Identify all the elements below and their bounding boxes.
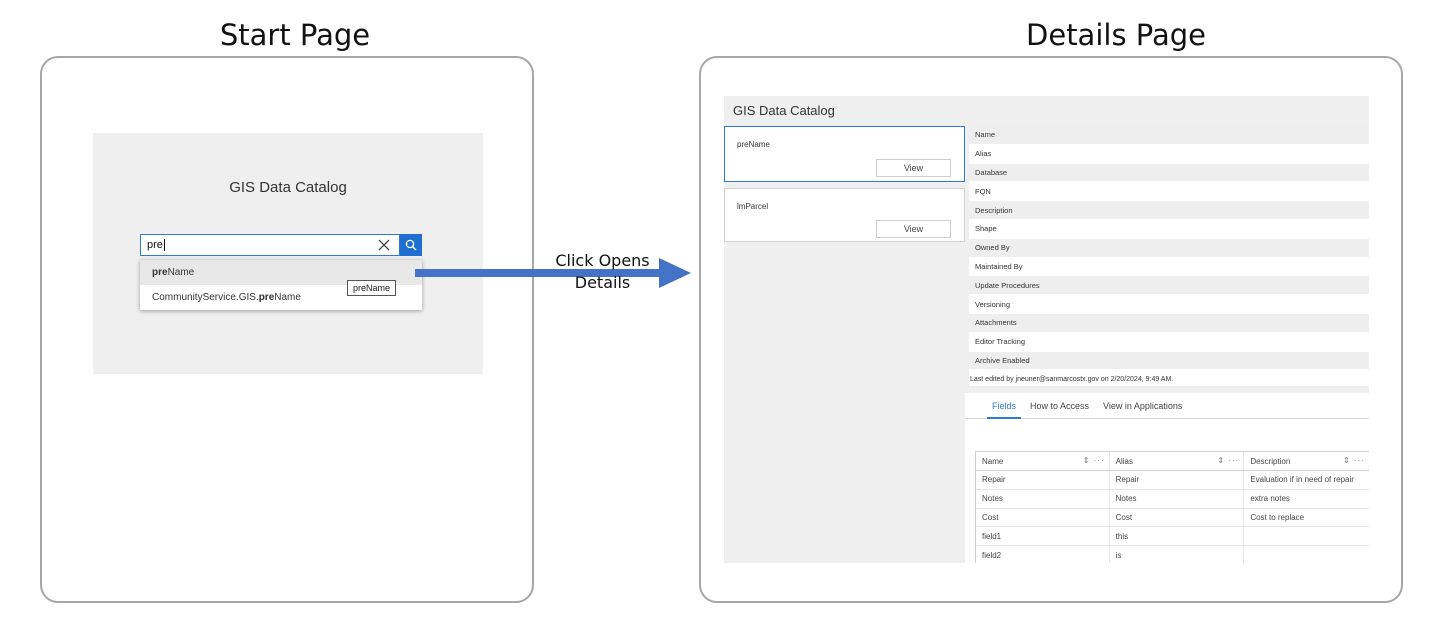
- table-cell: Evaluation if in need of repair: [1250, 475, 1354, 485]
- metadata-row: Database: [969, 163, 1369, 183]
- text-caret: [163, 239, 165, 251]
- metadata-row: Alias: [969, 145, 1369, 164]
- tab-view-in-applications[interactable]: View in Applications: [1098, 393, 1187, 419]
- metadata-row: Shape: [969, 220, 1369, 239]
- arrow-label: Click Opens Details: [540, 250, 665, 294]
- column-header[interactable]: Description ⇕ ···: [1244, 452, 1369, 470]
- search-bar: pre: [140, 234, 422, 256]
- tab-fields[interactable]: Fields: [987, 393, 1022, 419]
- table-cell: Notes: [976, 489, 1110, 508]
- result-card[interactable]: preName View: [724, 126, 965, 182]
- clear-icon[interactable]: [377, 238, 391, 252]
- details-page-heading: Details Page: [1026, 18, 1206, 52]
- table-cell: Notes: [1110, 489, 1245, 508]
- table-cell: Cost: [1110, 508, 1245, 527]
- metadata-row: Description: [969, 201, 1369, 220]
- table-cell: is: [1110, 546, 1245, 563]
- metadata-row: Archive Enabled: [969, 351, 1369, 371]
- tab-how-to-access[interactable]: How to Access: [1025, 393, 1094, 419]
- table-cell: extra notes: [1250, 494, 1290, 504]
- fields-table: Name ⇕ ··· Alias ⇕ ··· Description ⇕ ··· Re…: [975, 451, 1369, 563]
- fields-section: Fields How to Access View in Application…: [965, 393, 1369, 563]
- sort-menu-icon[interactable]: ⇕ ···: [1343, 456, 1365, 465]
- search-button[interactable]: [400, 234, 422, 256]
- view-button[interactable]: View: [876, 159, 951, 177]
- table-row[interactable]: field2 is: [976, 546, 1369, 563]
- metadata-row: FQN: [969, 182, 1369, 202]
- start-page-heading: Start Page: [219, 18, 371, 52]
- table-cell: [1244, 546, 1369, 563]
- metadata-row: Versioning: [969, 295, 1369, 314]
- table-cell: Repair: [1110, 471, 1245, 489]
- column-header[interactable]: Name ⇕ ···: [976, 452, 1110, 470]
- card-name: preName: [737, 140, 770, 149]
- table-row[interactable]: Repair Repair Evaluation if in need of r…: [976, 471, 1369, 490]
- metadata-row: Name: [969, 126, 1369, 145]
- tooltip: preName: [347, 280, 397, 296]
- table-cell: field2: [976, 546, 1110, 563]
- start-page-app: GIS Data Catalog pre pre Name CommunitySe…: [93, 133, 483, 374]
- table-cell: field1: [976, 527, 1110, 546]
- metadata-row: Editor Tracking: [969, 333, 1369, 352]
- metadata-row: Owned By: [969, 238, 1369, 258]
- table-cell: [1244, 527, 1369, 545]
- table-row[interactable]: Cost Cost Cost to replace: [976, 508, 1369, 528]
- app-title: GIS Data Catalog: [724, 96, 1369, 125]
- view-button[interactable]: View: [876, 220, 951, 238]
- last-edited-text: Last edited by jneuner@sanmarcostx.gov o…: [969, 376, 1369, 385]
- table-cell: Cost to replace: [1250, 512, 1305, 522]
- table-cell: this: [1110, 527, 1245, 546]
- metadata-row: Maintained By: [969, 258, 1369, 277]
- metadata-panel: Name Alias Database FQN Description Shap…: [969, 126, 1369, 386]
- search-input-value: pre: [147, 239, 163, 251]
- table-cell: Cost: [976, 508, 1110, 527]
- metadata-row: Attachments: [969, 313, 1369, 333]
- table-row[interactable]: Notes Notes extra notes: [976, 489, 1369, 509]
- arrow-label-line1: Click Opens: [555, 251, 650, 270]
- sort-menu-icon[interactable]: ⇕ ···: [1217, 456, 1239, 465]
- tab-bar: Fields How to Access View in Application…: [965, 393, 1369, 419]
- app-title: GIS Data Catalog: [229, 179, 347, 196]
- sort-menu-icon[interactable]: ⇕ ···: [1083, 456, 1105, 465]
- details-page-app: GIS Data Catalog preName View lmParcel V…: [724, 96, 1369, 563]
- search-icon: [405, 239, 417, 251]
- table-header: Name ⇕ ··· Alias ⇕ ··· Description ⇕ ···: [976, 452, 1369, 471]
- arrow-label-line2: Details: [574, 273, 631, 292]
- search-input[interactable]: pre: [140, 234, 400, 256]
- result-card[interactable]: lmParcel View: [724, 188, 965, 242]
- metadata-row: Update Procedures: [969, 276, 1369, 296]
- column-header[interactable]: Alias ⇕ ···: [1110, 452, 1245, 470]
- table-row[interactable]: field1 this: [976, 527, 1369, 547]
- table-cell: Repair: [976, 471, 1110, 489]
- card-name: lmParcel: [737, 202, 769, 211]
